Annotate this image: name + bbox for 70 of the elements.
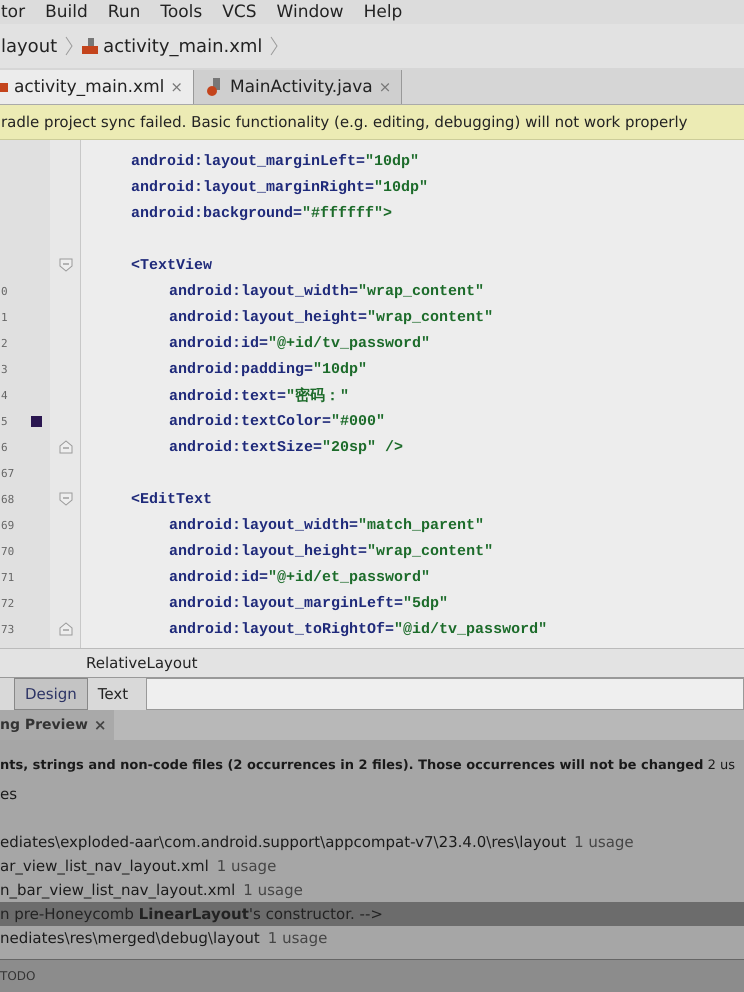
code-line: android:textSize="20sp" /> — [169, 438, 404, 456]
chevron-icon — [270, 35, 278, 57]
menu-item[interactable]: Build — [45, 2, 88, 22]
line-number: 6 — [0, 440, 8, 454]
file-tab[interactable]: activity_main.xml × — [0, 70, 194, 104]
line-number: 5 — [0, 414, 8, 428]
fold-icon[interactable] — [58, 492, 72, 506]
menu-item[interactable]: VCS — [222, 2, 257, 22]
xml-file-icon — [0, 82, 8, 92]
menu-item[interactable]: Help — [364, 2, 402, 22]
color-swatch — [30, 416, 42, 426]
code-line: android:layout_width="match_parent" — [169, 516, 484, 534]
menu-item[interactable]: Tools — [160, 2, 202, 22]
tool-window-title: ng Preview — [0, 717, 88, 733]
sync-warning-bar: radle project sync failed. Basic functionality (e.g. editing, debugging) will not work properly — [0, 105, 744, 140]
usage-row-text[interactable]: nediates\res\merged\debug\layout — [0, 929, 260, 947]
code-line: android:textColor="#000" — [169, 412, 386, 430]
menu-item[interactable]: Window — [276, 2, 344, 22]
code-line: <EditText — [131, 490, 212, 508]
element-path: RelativeLayout — [86, 654, 198, 672]
breadcrumb-item[interactable]: layout — [1, 36, 58, 56]
line-number: 1 — [0, 310, 8, 324]
editor-mode-tab[interactable]: Design — [14, 678, 88, 710]
code-line: android:layout_width="wrap_content" — [169, 282, 484, 300]
usage-count: 1 usage — [216, 857, 276, 875]
line-number: 2 — [0, 336, 8, 350]
code-line: <TextView — [131, 256, 212, 274]
xml-file-icon — [81, 37, 100, 55]
file-tab[interactable]: MainActivity.java × — [194, 70, 402, 104]
usage-row-text[interactable]: n_bar_view_list_nav_layout.xml — [0, 881, 236, 899]
code-line: android:layout_marginLeft="5dp" — [169, 594, 448, 612]
code-line: android:text="密码：" — [169, 388, 350, 404]
line-number: 73 — [0, 622, 14, 636]
usage-row-text[interactable]: es — [0, 785, 18, 803]
usage-row-text[interactable]: ar_view_list_nav_layout.xml — [0, 857, 209, 875]
usage-row-text[interactable]: ediates\exploded-aar\com.android.support\appcompat-v7\23.4.0\res\layout — [0, 833, 566, 851]
code-line: android:background="#ffffff"> — [131, 204, 392, 222]
code-line: android:layout_marginRight="10dp" — [131, 178, 428, 196]
usage-count: 1 usage — [268, 929, 328, 947]
code-line: android:layout_toRightOf="@id/tv_password" — [169, 620, 548, 638]
line-number: 4 — [0, 388, 8, 402]
line-number: 71 — [0, 570, 14, 584]
line-number: 70 — [0, 544, 14, 558]
code-line: android:layout_height="wrap_content" — [169, 308, 494, 326]
fold-icon[interactable] — [58, 622, 72, 636]
chevron-icon — [65, 35, 74, 57]
find-heading: nts, strings and non-code files (2 occurrences in 2 files). Those occurrences will not be changed 2 us — [0, 758, 736, 775]
code-line: android:layout_marginLeft="10dp" — [131, 152, 420, 170]
menu-item[interactable]: tor — [1, 2, 26, 22]
fold-icon[interactable] — [58, 440, 72, 454]
usage-count: 1 usage — [574, 833, 634, 851]
line-number: 68 — [0, 492, 14, 506]
code-line: android:layout_height="wrap_content" — [169, 542, 494, 560]
breadcrumb-item[interactable]: activity_main.xml — [103, 36, 262, 56]
line-number: 0 — [0, 284, 8, 298]
code-line: android:padding="10dp" — [169, 360, 368, 378]
code-line: android:id="@+id/et_password" — [169, 568, 430, 586]
todo-tab[interactable]: TODO — [0, 969, 36, 983]
line-number: 69 — [0, 518, 14, 532]
tool-window-tab[interactable]: ng Preview × — [0, 710, 114, 740]
line-number: 72 — [0, 596, 14, 610]
editor-mode-tab[interactable]: Text — [88, 678, 138, 710]
line-number: 3 — [0, 362, 8, 376]
code-line: android:id="@+id/tv_password" — [169, 334, 430, 352]
fold-icon[interactable] — [58, 258, 72, 272]
line-number: 67 — [0, 466, 14, 480]
menu-item[interactable]: Run — [108, 2, 140, 22]
close-icon[interactable]: × — [170, 78, 183, 96]
usage-count: 1 usage — [243, 881, 303, 899]
close-icon[interactable]: × — [94, 716, 106, 734]
